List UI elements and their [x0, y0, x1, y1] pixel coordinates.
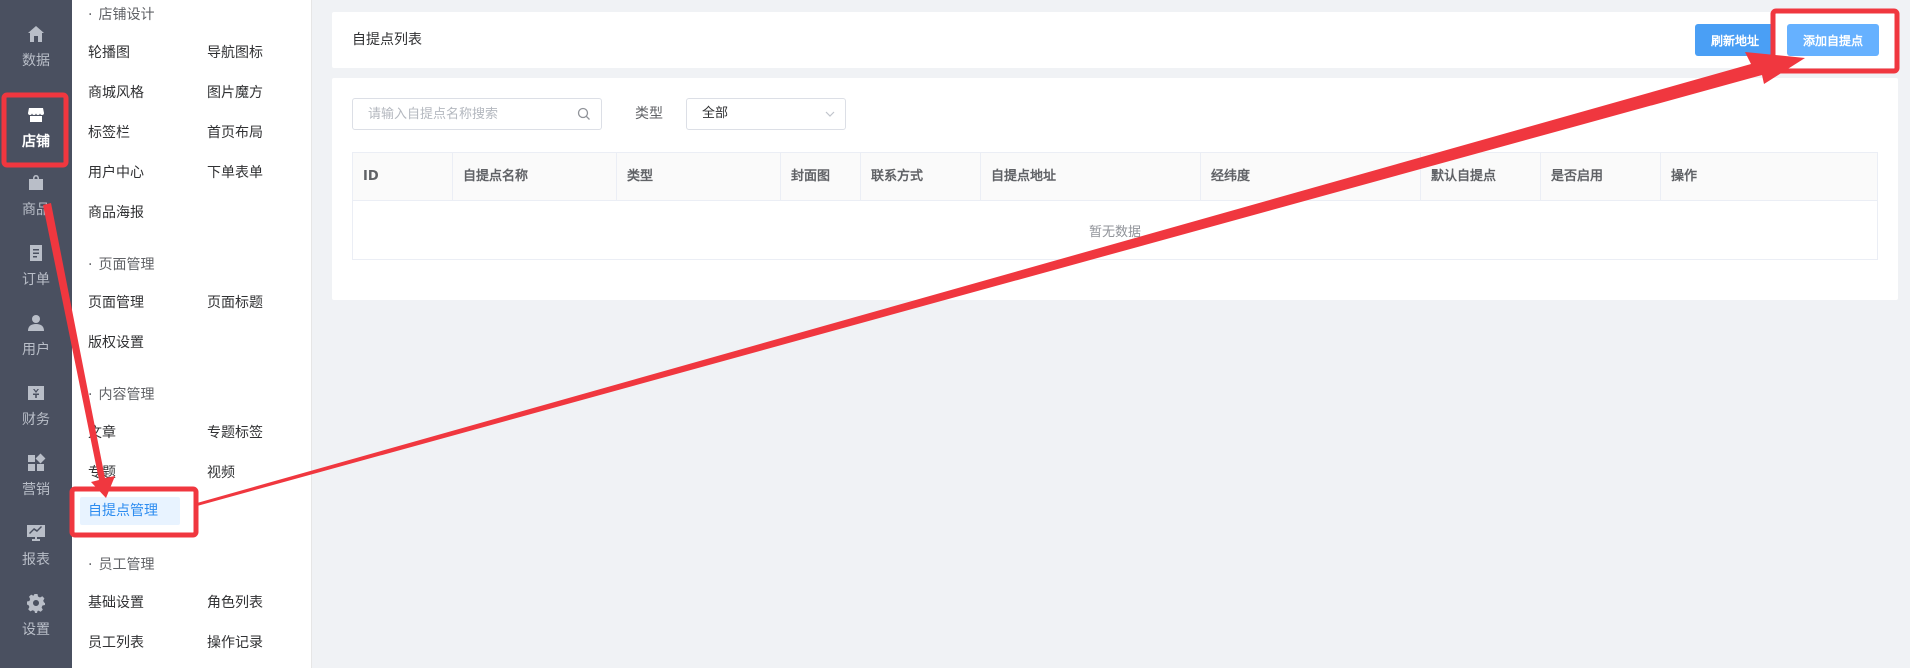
submenu-link-operation-log[interactable]: 操作记录 — [207, 629, 263, 657]
submenu-link-nav-icons[interactable]: 导航图标 — [207, 39, 263, 67]
table-empty-state: 暂无数据 — [1088, 224, 1141, 240]
column-header: 封面图 — [781, 153, 861, 201]
submenu-link-goods-poster[interactable]: 商品海报 — [88, 199, 144, 227]
nav-data[interactable]: 数据 — [0, 14, 72, 78]
submenu-link-image-cube[interactable]: 图片魔方 — [207, 79, 263, 107]
submenu-link-user-center[interactable]: 用户中心 — [88, 159, 144, 187]
submenu-link-pickup-points[interactable]: 自提点管理 — [80, 497, 180, 525]
goods-icon — [25, 172, 47, 194]
main-content-card: 类型 全部 ID 自提点名称 类型 封面图 联系方式 自提点地址 经纬度 默认自… — [332, 78, 1898, 300]
nav-finance-label: 财务 — [22, 411, 50, 428]
add-pickup-point-button[interactable]: 添加自提点 — [1787, 24, 1879, 56]
home-icon — [25, 23, 47, 45]
group-title-content-management: 内容管理 — [88, 384, 154, 404]
chevron-down-icon — [825, 111, 835, 117]
search-box — [352, 98, 602, 130]
nav-settings[interactable]: 设置 — [0, 583, 72, 647]
user-icon — [25, 312, 47, 334]
search-icon[interactable] — [577, 107, 591, 121]
nav-user[interactable]: 用户 — [0, 303, 72, 367]
submenu-link-order-form[interactable]: 下单表单 — [207, 159, 263, 187]
submenu-link-topic[interactable]: 专题 — [88, 459, 116, 487]
submenu-link-banner[interactable]: 轮播图 — [88, 39, 130, 67]
submenu-link-tabbar[interactable]: 标签栏 — [88, 119, 130, 147]
store-submenu: 店铺设计 轮播图 导航图标 商城风格 图片魔方 标签栏 首页布局 用户中心 下单… — [72, 0, 312, 668]
submenu-link-mall-style[interactable]: 商城风格 — [88, 79, 144, 107]
submenu-link-topic-tags[interactable]: 专题标签 — [207, 419, 263, 447]
settings-icon — [25, 592, 47, 614]
group-title-page-management: 页面管理 — [88, 254, 154, 274]
nav-order-label: 订单 — [22, 271, 50, 288]
column-header: 自提点名称 — [453, 153, 617, 201]
submenu-link-video[interactable]: 视频 — [207, 459, 235, 487]
nav-data-label: 数据 — [22, 52, 50, 69]
finance-icon — [25, 382, 47, 404]
nav-order[interactable]: 订单 — [0, 233, 72, 297]
marketing-icon — [25, 452, 47, 474]
nav-marketing-label: 营销 — [22, 481, 50, 498]
store-icon — [25, 104, 47, 126]
submenu-link-page-title[interactable]: 页面标题 — [207, 289, 263, 317]
submenu-link-role-list[interactable]: 角色列表 — [207, 589, 263, 617]
nav-report[interactable]: 报表 — [0, 513, 72, 577]
nav-store[interactable]: 店铺 — [0, 95, 72, 159]
order-icon — [25, 242, 47, 264]
submenu-link-home-layout[interactable]: 首页布局 — [207, 119, 263, 147]
nav-goods[interactable]: 商品 — [0, 163, 72, 227]
main-nav-rail: 数据 店铺 商品 订单 用户 财务 营销 报表 设置 — [0, 0, 72, 668]
submenu-link-basic-settings[interactable]: 基础设置 — [88, 589, 144, 617]
type-select-value: 全部 — [702, 106, 729, 121]
column-header: 自提点地址 — [981, 153, 1201, 201]
column-header: 默认自提点 — [1421, 153, 1541, 201]
nav-store-label: 店铺 — [22, 133, 50, 150]
pickup-points-table: ID 自提点名称 类型 封面图 联系方式 自提点地址 经纬度 默认自提点 是否启… — [352, 152, 1878, 260]
column-header: 类型 — [617, 153, 781, 201]
column-header: ID — [353, 153, 453, 201]
group-title-staff-management: 员工管理 — [88, 554, 154, 574]
report-icon — [25, 522, 47, 544]
page-header: 自提点列表 刷新地址 添加自提点 — [332, 12, 1898, 68]
column-header: 操作 — [1671, 169, 1698, 184]
type-select[interactable]: 全部 — [686, 98, 846, 130]
nav-marketing[interactable]: 营销 — [0, 443, 72, 507]
nav-user-label: 用户 — [22, 341, 50, 358]
submenu-link-staff-list[interactable]: 员工列表 — [88, 629, 144, 657]
group-title-store-design: 店铺设计 — [88, 4, 154, 24]
page-title: 自提点列表 — [352, 32, 422, 48]
search-input[interactable] — [353, 99, 563, 129]
nav-goods-label: 商品 — [22, 201, 50, 218]
nav-settings-label: 设置 — [22, 621, 50, 638]
column-header: 经纬度 — [1201, 153, 1421, 201]
nav-report-label: 报表 — [22, 551, 50, 568]
column-header: 联系方式 — [861, 153, 981, 201]
submenu-link-article[interactable]: 文章 — [88, 419, 116, 447]
submenu-link-page-management[interactable]: 页面管理 — [88, 289, 144, 317]
table-header: ID 自提点名称 类型 封面图 联系方式 自提点地址 经纬度 默认自提点 是否启… — [353, 153, 1877, 201]
submenu-link-copyright[interactable]: 版权设置 — [88, 329, 144, 357]
column-header: 是否启用 — [1541, 153, 1661, 201]
type-filter-label: 类型 — [635, 106, 663, 122]
refresh-address-button[interactable]: 刷新地址 — [1695, 24, 1775, 56]
nav-finance[interactable]: 财务 — [0, 373, 72, 437]
